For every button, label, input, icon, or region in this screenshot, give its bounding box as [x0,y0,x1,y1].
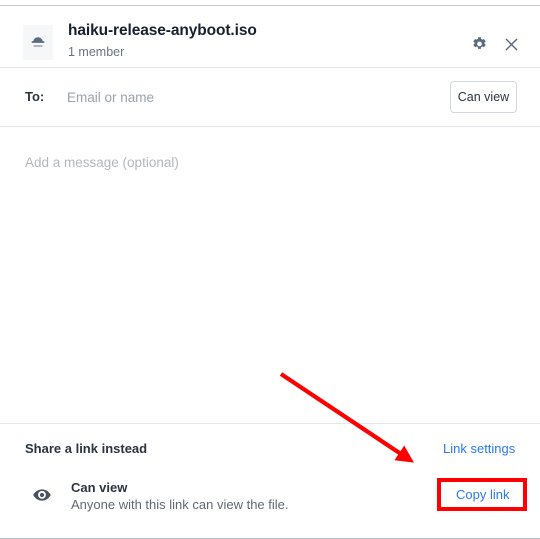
link-settings-link[interactable]: Link settings [443,441,515,456]
message-input[interactable] [25,155,505,385]
close-icon[interactable] [500,33,522,55]
eye-icon [31,484,53,506]
link-permission-name: Can view [71,480,128,495]
message-area [0,128,540,423]
share-dialog: ······························ haiku-rel… [0,0,540,539]
link-permission-description: Anyone with this link can view the file. [71,497,289,512]
iso-disc-icon [23,25,53,60]
dialog-header: haiku-release-anyboot.iso 1 member [0,7,540,68]
annotation-highlight-box [437,478,527,511]
window-top-sliver-text: ······························ [205,0,321,5]
recipient-permission-button[interactable]: Can view [450,81,517,113]
window-top-sliver: ······························ [0,0,540,6]
recipient-input[interactable] [67,82,427,112]
gear-icon[interactable] [468,33,490,55]
share-link-heading: Share a link instead [25,441,148,456]
page-title: haiku-release-anyboot.iso [68,22,257,39]
to-label: To: [25,89,45,104]
member-count: 1 member [68,45,125,59]
